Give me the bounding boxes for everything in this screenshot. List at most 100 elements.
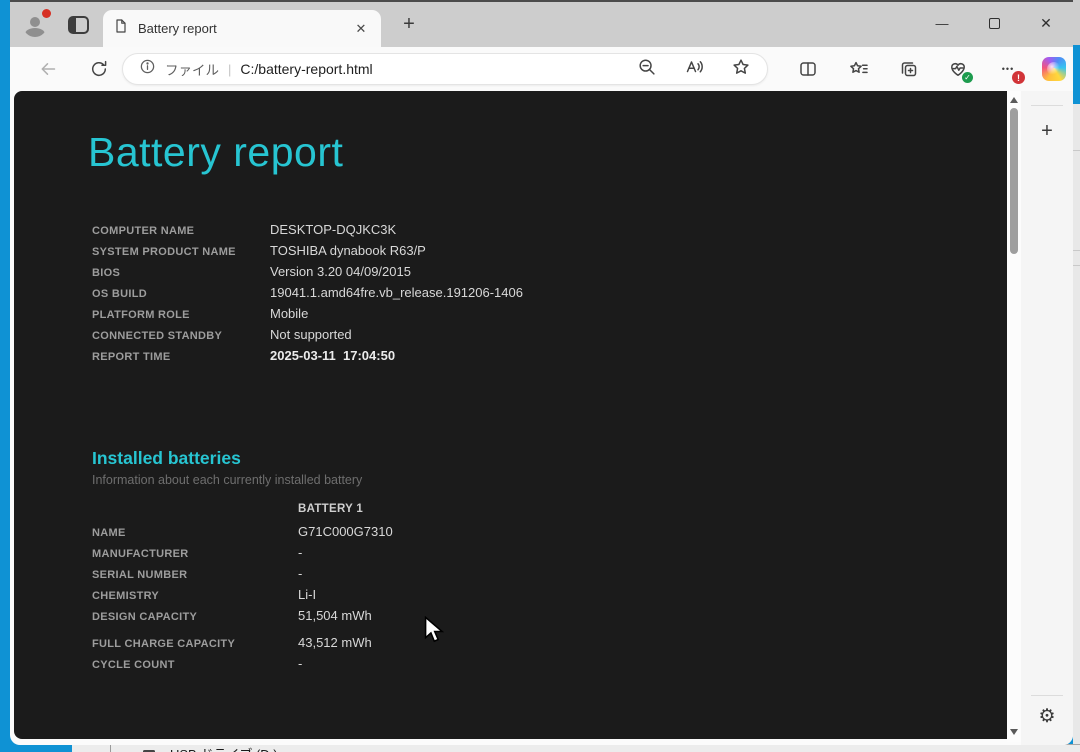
browser-essentials-icon[interactable]: ✓	[947, 58, 973, 83]
row-value: -	[298, 656, 303, 671]
section-subtitle: Information about each currently install…	[92, 473, 363, 487]
divider	[1031, 695, 1063, 696]
back-button[interactable]	[37, 58, 59, 80]
divider	[1031, 105, 1063, 106]
address-url[interactable]: C:/battery-report.html	[240, 61, 372, 77]
address-file-label: ファイル	[165, 63, 219, 78]
scroll-up-icon[interactable]	[1010, 97, 1018, 103]
browser-toolbar: ファイル | C:/battery-report.html ✓ ••• !	[10, 47, 1073, 91]
page-title: Battery report	[88, 129, 344, 175]
ellipsis: •••	[1001, 64, 1015, 74]
divider	[1073, 150, 1080, 151]
table-row: MANUFACTURER -	[92, 545, 393, 566]
page-scrollbar[interactable]	[1007, 91, 1021, 742]
installed-batteries-table: BATTERY 1 NAME G71C000G7310 MANUFACTURER…	[92, 503, 393, 677]
favorites-list-icon[interactable]	[848, 58, 870, 80]
mouse-cursor	[424, 616, 444, 643]
table-row: CYCLE COUNT -	[92, 656, 393, 677]
page-file-icon	[113, 18, 129, 39]
tab-actions-icon[interactable]	[68, 16, 89, 34]
minimize-button[interactable]: —	[931, 12, 953, 34]
divider	[1073, 265, 1080, 266]
row-value: 43,512 mWh	[298, 635, 372, 650]
profile-notification-dot	[42, 9, 51, 18]
copilot-icon[interactable]	[1042, 57, 1066, 81]
row-value: TOSHIBA dynabook R63/P	[270, 243, 426, 258]
zoom-out-icon[interactable]	[637, 57, 657, 82]
table-row: OS BUILD 19041.1.amd64fre.vb_release.191…	[92, 285, 523, 306]
sidebar-add-button[interactable]: +	[1035, 119, 1059, 143]
row-value: Version 3.20 04/09/2015	[270, 264, 411, 279]
favorite-star-icon[interactable]	[731, 57, 751, 82]
row-label: CHEMISTRY	[92, 590, 160, 602]
more-menu-icon[interactable]: ••• !	[997, 58, 1025, 84]
row-label: FULL CHARGE CAPACITY	[92, 638, 236, 650]
row-label: BIOS	[92, 267, 121, 279]
row-value: -	[298, 566, 303, 581]
table-row: FULL CHARGE CAPACITY 43,512 mWh	[92, 635, 393, 656]
table-row: NAME G71C000G7310	[92, 524, 393, 545]
address-bar[interactable]: ファイル | C:/battery-report.html	[122, 53, 768, 85]
file-explorer-peek: USB ドライブ (D:)	[72, 744, 1080, 752]
row-value: 19041.1.amd64fre.vb_release.191206-1406	[270, 285, 523, 300]
page-content: Battery report COMPUTER NAME DESKTOP-DQJ…	[14, 91, 1007, 739]
table-row: SYSTEM PRODUCT NAME TOSHIBA dynabook R63…	[92, 243, 523, 264]
row-value: Mobile	[270, 306, 309, 321]
profile-button[interactable]	[22, 9, 51, 39]
close-tab-icon[interactable]: ✕	[351, 19, 371, 39]
row-value: DESKTOP-DQJKC3K	[270, 222, 397, 237]
background-window-edge-top	[1073, 0, 1080, 45]
table-row: DESIGN CAPACITY 51,504 mWh	[92, 608, 393, 629]
row-value: Li-I	[298, 587, 317, 602]
scrollbar-thumb[interactable]	[1010, 108, 1018, 254]
row-label: CYCLE COUNT	[92, 659, 175, 671]
table-row: COMPUTER NAME DESKTOP-DQJKC3K	[92, 222, 523, 243]
split-screen-icon[interactable]	[797, 58, 819, 80]
read-aloud-icon[interactable]	[684, 57, 704, 82]
essentials-status-badge: ✓	[962, 72, 973, 83]
divider	[110, 745, 111, 752]
tab-strip: Battery report ✕ + — ✕	[10, 2, 1073, 47]
table-row: CONNECTED STANDBY Not supported	[92, 327, 523, 348]
divider	[1073, 250, 1080, 251]
close-window-button[interactable]: ✕	[1035, 12, 1057, 34]
row-label: OS BUILD	[92, 288, 147, 300]
row-label: SERIAL NUMBER	[92, 569, 188, 581]
row-value: G71C000G7310	[298, 524, 393, 539]
tab-title: Battery report	[138, 21, 217, 36]
row-label: PLATFORM ROLE	[92, 309, 190, 321]
edge-sidebar: + ⚙	[1021, 91, 1073, 745]
table-row: CHEMISTRY Li-I	[92, 587, 393, 608]
desktop: USB ドライブ (D:) Battery report ✕ + — ✕	[0, 0, 1080, 752]
window-controls: — ✕	[931, 12, 1057, 34]
sidebar-settings-gear-icon[interactable]: ⚙	[1035, 704, 1059, 728]
tab-battery-report[interactable]: Battery report ✕	[103, 10, 381, 47]
installed-batteries-section: Installed batteries Information about ea…	[92, 448, 362, 487]
collections-icon[interactable]	[898, 58, 920, 80]
column-header: BATTERY 1	[298, 503, 364, 515]
scroll-down-icon[interactable]	[1010, 729, 1018, 735]
browser-window: Battery report ✕ + — ✕ ファイル | C:/battery…	[10, 0, 1073, 745]
table-row: BIOS Version 3.20 04/09/2015	[92, 264, 523, 285]
usb-drive-icon	[142, 746, 160, 752]
row-label: SYSTEM PRODUCT NAME	[92, 246, 236, 258]
row-value: 51,504 mWh	[298, 608, 372, 623]
table-row: PLATFORM ROLE Mobile	[92, 306, 523, 327]
row-label: CONNECTED STANDBY	[92, 330, 223, 342]
row-label: MANUFACTURER	[92, 548, 189, 560]
table-header-row: BATTERY 1	[92, 503, 393, 524]
refresh-button[interactable]	[88, 58, 110, 80]
table-row: SERIAL NUMBER -	[92, 566, 393, 587]
row-value: 2025-03-11 17:04:50	[270, 348, 396, 363]
row-label: DESIGN CAPACITY	[92, 611, 198, 623]
usb-drive-label: USB ドライブ (D:)	[170, 744, 278, 752]
maximize-button[interactable]	[983, 12, 1005, 34]
new-tab-button[interactable]: +	[397, 12, 421, 36]
row-value: Not supported	[270, 327, 352, 342]
site-info-icon[interactable]	[139, 58, 156, 80]
more-menu-notification-badge: !	[1012, 71, 1025, 84]
row-label: REPORT TIME	[92, 351, 171, 363]
address-separator: |	[228, 61, 232, 77]
row-label: NAME	[92, 527, 126, 539]
maximize-icon	[988, 17, 1000, 29]
